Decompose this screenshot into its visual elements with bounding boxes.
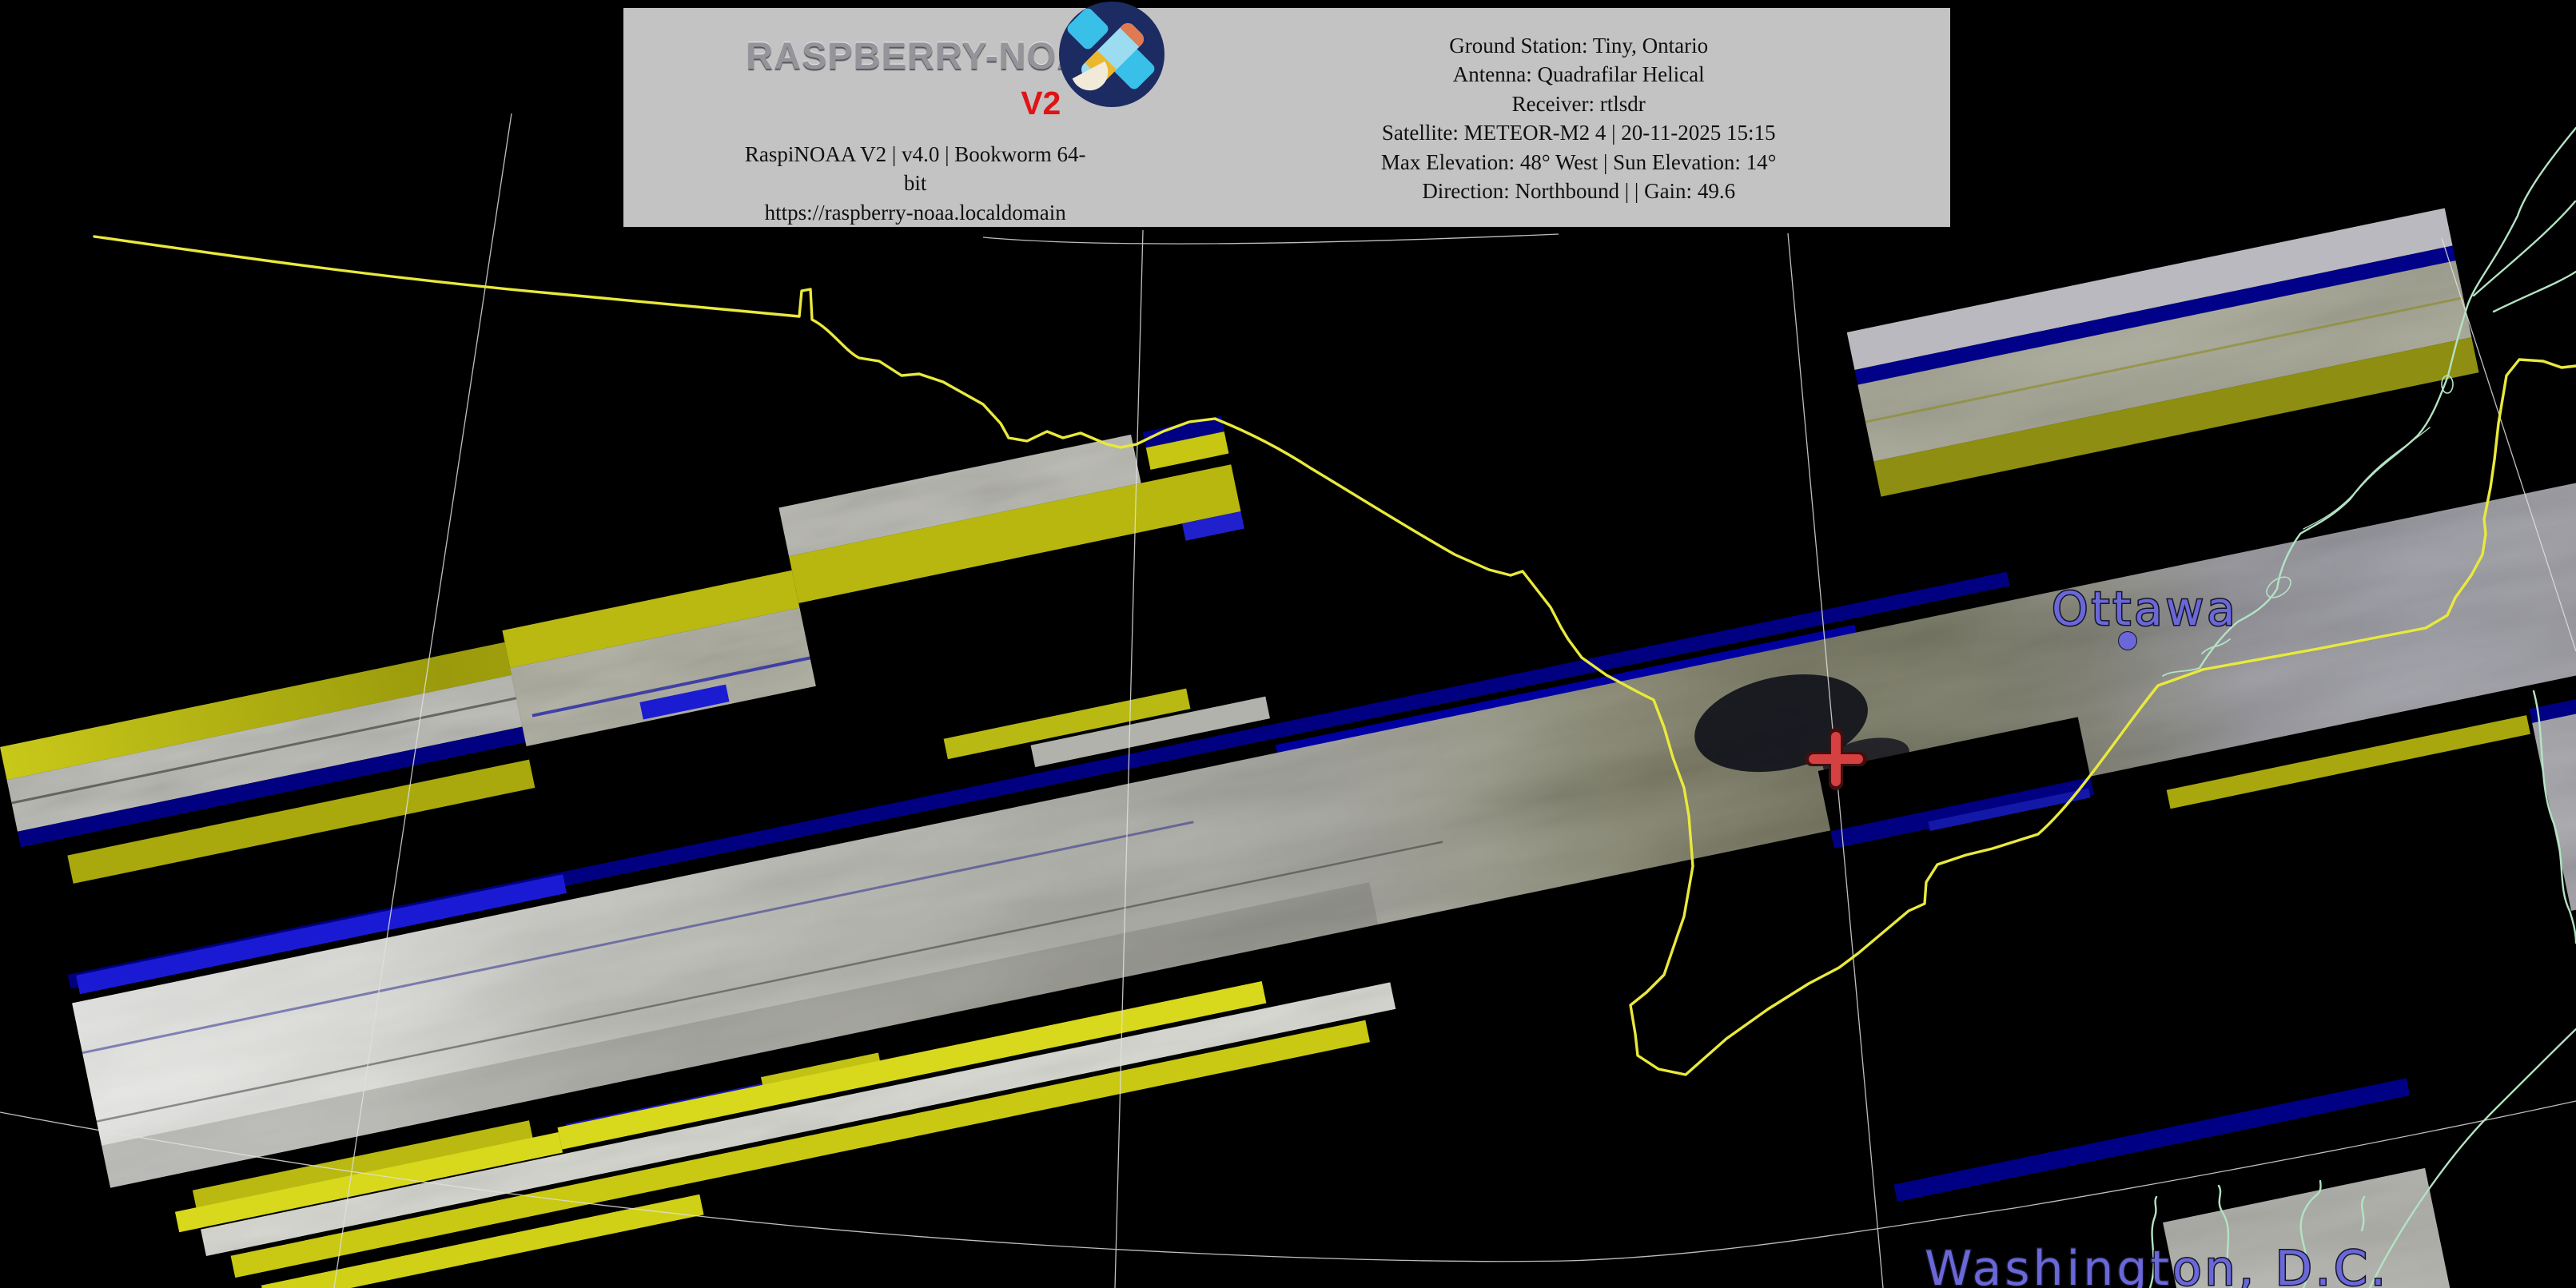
elevation-line: Max Elevation: 48° West | Sun Elevation:… bbox=[1381, 148, 1777, 177]
city-dot-ottawa bbox=[2119, 632, 2136, 650]
satellite-icon bbox=[1059, 2, 1165, 107]
software-version-line: RaspiNOAA V2 | v4.0 | Bookworm 64-bit bbox=[739, 140, 1091, 198]
header-right-column: Ground Station: Tiny, Ontario Antenna: Q… bbox=[1207, 8, 1950, 227]
satellite-capture-page: Ottawa Washington, D.C. RASPBERRY-NOAA V… bbox=[0, 0, 2576, 1288]
satellite-tip-icon bbox=[1120, 20, 1147, 47]
header-left-column: RASPBERRY-NOAA V2 RaspiNOAA V2 | v4.0 | … bbox=[623, 8, 1207, 227]
station-software-info: RaspiNOAA V2 | v4.0 | Bookworm 64-bit ht… bbox=[739, 140, 1091, 228]
direction-gain-line: Direction: Northbound | | Gain: 49.6 bbox=[1422, 177, 1735, 206]
brand-wordmark: RASPBERRY-NOAA bbox=[746, 34, 1113, 78]
version-badge: V2 bbox=[1021, 85, 1061, 122]
river-branch bbox=[2494, 272, 2576, 312]
city-label-washington: Washington, D.C. bbox=[1925, 1241, 2389, 1288]
raspberry-noaa-logo: RASPBERRY-NOAA V2 bbox=[659, 11, 1171, 135]
swath-stripe bbox=[1893, 1078, 2410, 1202]
city-label-ottawa: Ottawa bbox=[2052, 582, 2239, 636]
receiver-line: Receiver: rtlsdr bbox=[1512, 89, 1646, 119]
swath-band-main bbox=[55, 389, 2576, 1288]
satellite-pass-line: Satellite: METEOR-M2 4 | 20-11-2025 15:1… bbox=[1382, 118, 1776, 148]
antenna-line: Antenna: Quadrafilar Helical bbox=[1453, 60, 1705, 89]
ground-station-line: Ground Station: Tiny, Ontario bbox=[1449, 31, 1708, 61]
graticule-parallel bbox=[983, 234, 1559, 244]
header-info-box: RASPBERRY-NOAA V2 RaspiNOAA V2 | v4.0 | … bbox=[623, 8, 1950, 227]
station-url: https://raspberry-noaa.localdomain bbox=[739, 198, 1091, 228]
